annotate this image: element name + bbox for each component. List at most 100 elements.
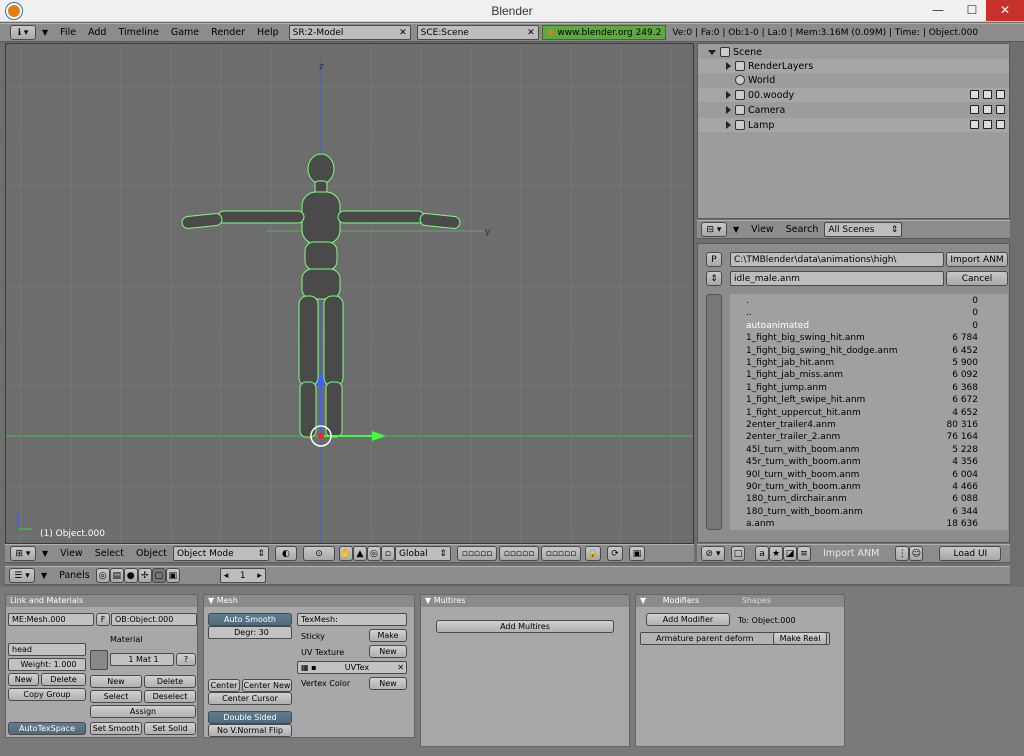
shading-context-icon[interactable]: ● (123, 568, 138, 583)
sort-ext-icon[interactable]: ≡ (797, 546, 811, 561)
uv-texture-new-button[interactable]: New (369, 645, 407, 658)
outliner-editor-type-icon[interactable]: ⊟ ▾ (701, 222, 727, 237)
snap-icon[interactable]: ⟳ (606, 546, 623, 561)
outliner-row-woody[interactable]: 00.woody (698, 88, 1009, 102)
file-row[interactable]: 45r_turn_with_boom.anm 4 356 (730, 457, 1008, 469)
sort-time-icon[interactable]: ★ (769, 546, 783, 561)
add-modifier-button[interactable]: Add Modifier (646, 613, 730, 626)
file-row[interactable]: 90l_turn_with_boom.anm 6 004 (730, 470, 1008, 482)
scale-icon[interactable]: ▫ (380, 546, 395, 561)
logic-context-icon[interactable]: ◎ (95, 568, 110, 583)
menu-game[interactable]: Game (165, 27, 205, 38)
cursor-icon[interactable] (983, 120, 992, 129)
screen-close-icon[interactable]: ✕ (399, 28, 407, 38)
outliner-menu-search[interactable]: Search (780, 224, 825, 235)
viewport-editor-type-icon[interactable]: ⊞ ▾ (10, 546, 36, 561)
frame-decrement-icon[interactable]: ◂ (224, 571, 229, 581)
auto-smooth-toggle[interactable]: Auto Smooth (208, 613, 292, 626)
layers-row-3-icon[interactable]: ▫▫▫▫▫ (540, 546, 581, 561)
3d-viewport[interactable]: z y (1) Object.000 (5, 43, 694, 544)
menu-help[interactable]: Help (251, 27, 285, 38)
cursor-icon[interactable] (983, 90, 992, 99)
panels-menu[interactable]: Panels (53, 570, 96, 581)
mesh-datablock-field[interactable]: ME:Mesh.000 (8, 613, 94, 626)
copy-group-button[interactable]: Copy Group (8, 688, 86, 701)
uvtex-field[interactable]: ▦ ▪ UVTex ✕ (297, 661, 407, 674)
vertex-color-new-button[interactable]: New (369, 677, 407, 690)
file-row[interactable]: 1_fight_jab_hit.anm 5 900 (730, 358, 1008, 370)
dir-menu-icon[interactable]: ⇕ (706, 271, 722, 286)
parent-dir-button[interactable]: P (706, 252, 722, 267)
fake-user-button[interactable]: F (96, 613, 110, 626)
file-row[interactable]: 1_fight_jump.anm 6 368 (730, 383, 1008, 395)
render-icon[interactable]: ▣ (628, 546, 645, 561)
outliner-row-renderlayers[interactable]: RenderLayers (698, 59, 1009, 73)
viewport-menu-view[interactable]: View (54, 548, 89, 559)
material-color-swatch[interactable] (90, 650, 108, 670)
degree-field[interactable]: Degr: 30 (208, 626, 292, 639)
fb-editor-type-icon[interactable]: ⊘ ▾ (701, 546, 725, 561)
menu-file[interactable]: File (54, 27, 82, 38)
add-multires-button[interactable]: Add Multires (436, 620, 614, 633)
scene-context-icon[interactable]: ▣ (165, 568, 180, 583)
eye-icon[interactable] (970, 105, 979, 114)
outliner-collapse-icon[interactable]: ▼ (733, 225, 739, 234)
expand-arrow-icon[interactable] (708, 49, 716, 55)
make-real-button[interactable]: Make Real (773, 632, 827, 645)
layers-row-1-icon[interactable]: ▫▫▫▫▫ (456, 546, 497, 561)
mesh-panel-title[interactable]: ▼ Mesh (204, 595, 414, 607)
menu-add[interactable]: Add (82, 27, 112, 38)
filename-field[interactable]: idle_male.anm (730, 271, 944, 286)
double-sided-toggle[interactable]: Double Sided (208, 711, 292, 724)
render-toggle-icon[interactable] (996, 120, 1005, 129)
set-smooth-button[interactable]: Set Smooth (90, 722, 142, 735)
weight-field[interactable]: Weight: 1.000 (8, 658, 86, 671)
file-row[interactable]: 1_fight_left_swipe_hit.anm 6 672 (730, 395, 1008, 407)
file-row[interactable]: 90r_turn_with_boom.anm 4 466 (730, 482, 1008, 494)
file-list[interactable]: .0 .. 0 autoanimated 0 1_fight_big_swing_h… (730, 294, 1008, 530)
file-row[interactable]: a.anm 18 636 (730, 519, 1008, 530)
minimize-button[interactable]: — (921, 0, 955, 21)
mode-dropdown[interactable]: Object Mode ⇕ (172, 546, 269, 561)
fb-toggle-icon[interactable]: □ (731, 546, 745, 561)
outliner-menu-view[interactable]: View (745, 224, 780, 235)
file-row[interactable]: autoanimated 0 (730, 321, 1008, 333)
path-field[interactable]: C:\TMBlender\data\animations\high\ (730, 252, 944, 267)
fb-ghost-icon[interactable]: ☺ (909, 546, 924, 561)
lock-icon[interactable]: 🔒 (584, 546, 601, 561)
file-row[interactable]: 180_turn_with_boom.anm 6 344 (730, 507, 1008, 519)
texmesh-field[interactable]: TexMesh: (297, 613, 407, 626)
buttons-collapse-icon[interactable]: ▼ (41, 571, 47, 580)
pivot-icon[interactable]: ⊙ (302, 546, 335, 561)
tab-shapes[interactable]: Shapes (742, 596, 771, 605)
no-vnormal-flip-toggle[interactable]: No V.Normal Flip (208, 724, 292, 737)
file-row[interactable]: 1_fight_big_swing_hit_dodge.anm 6 452 (730, 346, 1008, 358)
sticky-make-button[interactable]: Make (369, 629, 407, 642)
center-new-button[interactable]: Center New (242, 679, 292, 692)
file-row[interactable]: .0 (730, 296, 1008, 308)
file-list-scrollbar[interactable] (706, 294, 722, 530)
draw-type-icon[interactable]: ◐ (274, 546, 297, 561)
menu-timeline[interactable]: Timeline (112, 27, 164, 38)
set-solid-button[interactable]: Set Solid (144, 722, 196, 735)
group-new-button[interactable]: New (8, 673, 39, 686)
menu-render[interactable]: Render (205, 27, 251, 38)
expand-arrow-icon[interactable] (726, 91, 731, 99)
outliner-row-lamp[interactable]: Lamp (698, 118, 1009, 132)
file-row[interactable]: .. 0 (730, 308, 1008, 320)
sort-alpha-icon[interactable]: a (755, 546, 769, 561)
link-materials-title[interactable]: Link and Materials (6, 595, 197, 607)
center-cursor-button[interactable]: Center Cursor (208, 692, 292, 705)
cursor-icon[interactable] (983, 105, 992, 114)
translate-icon[interactable]: ▲ (352, 546, 367, 561)
file-row[interactable]: 1_fight_jab_miss.anm 6 092 (730, 370, 1008, 382)
fb-filter-icon[interactable]: ⋮ (895, 546, 910, 561)
object-context-icon[interactable]: ✢ (137, 568, 152, 583)
sort-size-icon[interactable]: ◪ (783, 546, 797, 561)
layers-row-2-icon[interactable]: ▫▫▫▫▫ (498, 546, 539, 561)
material-index-field[interactable]: 1 Mat 1 (110, 653, 174, 666)
file-row[interactable]: 2enter_trailer4.anm 80 316 (730, 420, 1008, 432)
file-row[interactable]: 45l_turn_with_boom.anm 5 228 (730, 445, 1008, 457)
multires-panel-title[interactable]: ▼ Multires (421, 595, 629, 607)
editing-context-icon[interactable]: ▢ (151, 568, 166, 583)
